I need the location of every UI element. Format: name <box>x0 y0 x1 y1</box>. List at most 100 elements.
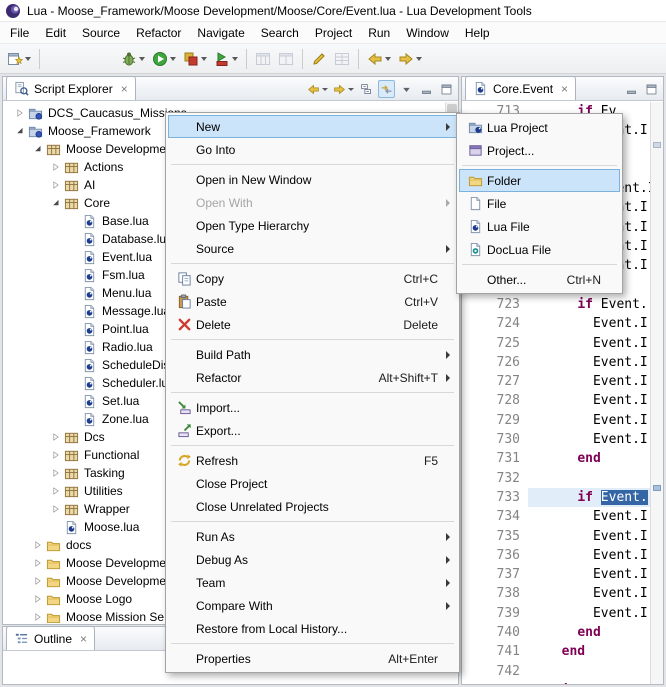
new-submenu-item-lua-project[interactable]: Lua Project <box>459 116 620 139</box>
code-line-743[interactable]: 743 if Event.ta <box>462 681 650 684</box>
code-text[interactable] <box>528 469 650 488</box>
expander-closed-icon[interactable] <box>48 484 63 499</box>
code-line-725[interactable]: 725 Event.I <box>462 334 650 353</box>
menubar-item-window[interactable]: Window <box>398 23 457 43</box>
context-menu-item-open-in-new-window[interactable]: Open in New Window <box>168 168 457 191</box>
context-menu-item-go-into[interactable]: Go Into <box>168 138 457 161</box>
code-line-728[interactable]: 728 Event.I <box>462 391 650 410</box>
minimize-button[interactable] <box>623 80 640 98</box>
context-menu-item-run-as[interactable]: Run As <box>168 525 457 548</box>
line-number[interactable]: 725 <box>462 334 528 353</box>
menubar-item-run[interactable]: Run <box>360 23 398 43</box>
dropdown-caret-icon[interactable] <box>170 57 176 61</box>
close-ic[interactable]: × <box>121 82 128 96</box>
context-menu-item-import[interactable]: Import... <box>168 396 457 419</box>
tab-outline[interactable]: Outline × <box>6 626 95 650</box>
menubar-item-source[interactable]: Source <box>74 23 128 43</box>
context-menu-item-delete[interactable]: DeleteDelete <box>168 313 457 336</box>
new-submenu-item-project[interactable]: Project... <box>459 139 620 162</box>
context-menu-item-export[interactable]: Export... <box>168 419 457 442</box>
code-text[interactable]: Event.I <box>528 584 650 603</box>
table-button[interactable] <box>331 47 353 71</box>
expander-closed-icon[interactable] <box>30 538 45 553</box>
maximize-button[interactable] <box>438 80 455 98</box>
context-menu-item-refactor[interactable]: RefactorAlt+Shift+T <box>168 366 457 389</box>
context-menu-item-open-with[interactable]: Open With <box>168 191 457 214</box>
new-submenu-item-doclua-file[interactable]: DocLua File <box>459 238 620 261</box>
menubar-item-navigate[interactable]: Navigate <box>189 23 252 43</box>
code-line-723[interactable]: 723 if Event. <box>462 295 650 314</box>
code-line-736[interactable]: 736 Event.I <box>462 546 650 565</box>
line-number[interactable]: 729 <box>462 411 528 430</box>
context-menu-item-debug-as[interactable]: Debug As <box>168 548 457 571</box>
code-text[interactable]: Event.I <box>528 314 650 333</box>
close-ic[interactable]: × <box>80 632 87 646</box>
code-text[interactable]: if Event. <box>528 295 650 314</box>
line-number[interactable]: 723 <box>462 295 528 314</box>
dropdown-caret-icon[interactable] <box>385 57 391 61</box>
back-button[interactable] <box>364 47 394 71</box>
code-text[interactable]: Event.I <box>528 527 650 546</box>
viewport-ruler-mark[interactable] <box>653 142 661 148</box>
code-text[interactable]: Event.I <box>528 391 650 410</box>
code-line-733[interactable]: 733 if Event. <box>462 488 650 507</box>
new-submenu-item-file[interactable]: File <box>459 192 620 215</box>
dropdown-caret-icon[interactable] <box>25 57 31 61</box>
code-text[interactable]: end <box>528 642 650 661</box>
code-line-738[interactable]: 738 Event.I <box>462 584 650 603</box>
forward-button[interactable] <box>395 47 425 71</box>
minimize-button[interactable] <box>418 80 435 98</box>
code-text[interactable]: Event.I <box>528 334 650 353</box>
context-menu-item-close-project[interactable]: Close Project <box>168 472 457 495</box>
code-text[interactable]: end <box>528 623 650 642</box>
code-line-741[interactable]: 741 end <box>462 642 650 661</box>
code-text[interactable] <box>528 662 650 681</box>
context-menu-item-source[interactable]: Source <box>168 237 457 260</box>
line-number[interactable]: 726 <box>462 353 528 372</box>
code-text[interactable]: Event.I <box>528 604 650 623</box>
code-text[interactable]: Event.I <box>528 546 650 565</box>
expander-closed-icon[interactable] <box>30 592 45 607</box>
new-submenu-item-lua-file[interactable]: Lua File <box>459 215 620 238</box>
code-line-727[interactable]: 727 Event.I <box>462 372 650 391</box>
line-number[interactable]: 734 <box>462 507 528 526</box>
code-line-726[interactable]: 726 Event.I <box>462 353 650 372</box>
coverage-button[interactable] <box>180 47 210 71</box>
context-menu-item-paste[interactable]: PasteCtrl+V <box>168 290 457 313</box>
expander-open-icon[interactable] <box>48 196 63 211</box>
code-text[interactable]: Event.I <box>528 353 650 372</box>
code-text[interactable]: Event.I <box>528 430 650 449</box>
expander-open-icon[interactable] <box>12 124 27 139</box>
code-line-730[interactable]: 730 Event.I <box>462 430 650 449</box>
line-number[interactable]: 740 <box>462 623 528 642</box>
code-line-734[interactable]: 734 Event.I <box>462 507 650 526</box>
line-number[interactable]: 743 <box>462 681 528 684</box>
code-text[interactable]: Event.I <box>528 507 650 526</box>
line-number[interactable]: 731 <box>462 449 528 468</box>
open-table-button[interactable] <box>252 47 274 71</box>
code-line-739[interactable]: 739 Event.I <box>462 604 650 623</box>
context-menu-item-team[interactable]: Team <box>168 571 457 594</box>
new-submenu-item-folder[interactable]: Folder <box>459 169 620 192</box>
code-line-724[interactable]: 724 Event.I <box>462 314 650 333</box>
code-text[interactable]: Event.I <box>528 411 650 430</box>
context-menu-item-copy[interactable]: CopyCtrl+C <box>168 267 457 290</box>
menubar-item-refactor[interactable]: Refactor <box>128 23 189 43</box>
mark-occurrences-button[interactable] <box>308 47 330 71</box>
expander-closed-icon[interactable] <box>12 106 27 121</box>
tab-script-explorer[interactable]: Script Explorer × <box>6 76 136 100</box>
forward-button[interactable] <box>332 80 355 98</box>
code-text[interactable]: if Event.ta <box>528 681 650 684</box>
view-menu-button[interactable] <box>398 80 415 98</box>
line-number[interactable]: 736 <box>462 546 528 565</box>
context-menu-item-open-type-hierarchy[interactable]: Open Type Hierarchy <box>168 214 457 237</box>
line-number[interactable]: 739 <box>462 604 528 623</box>
line-number[interactable]: 732 <box>462 469 528 488</box>
code-text[interactable]: Event.I <box>528 565 650 584</box>
context-menu-item-close-unrelated-projects[interactable]: Close Unrelated Projects <box>168 495 457 518</box>
line-number[interactable]: 728 <box>462 391 528 410</box>
context-menu-item-restore-from-local-history[interactable]: Restore from Local History... <box>168 617 457 640</box>
dropdown-caret-icon[interactable] <box>232 57 238 61</box>
expander-open-icon[interactable] <box>30 142 45 157</box>
expander-closed-icon[interactable] <box>30 574 45 589</box>
